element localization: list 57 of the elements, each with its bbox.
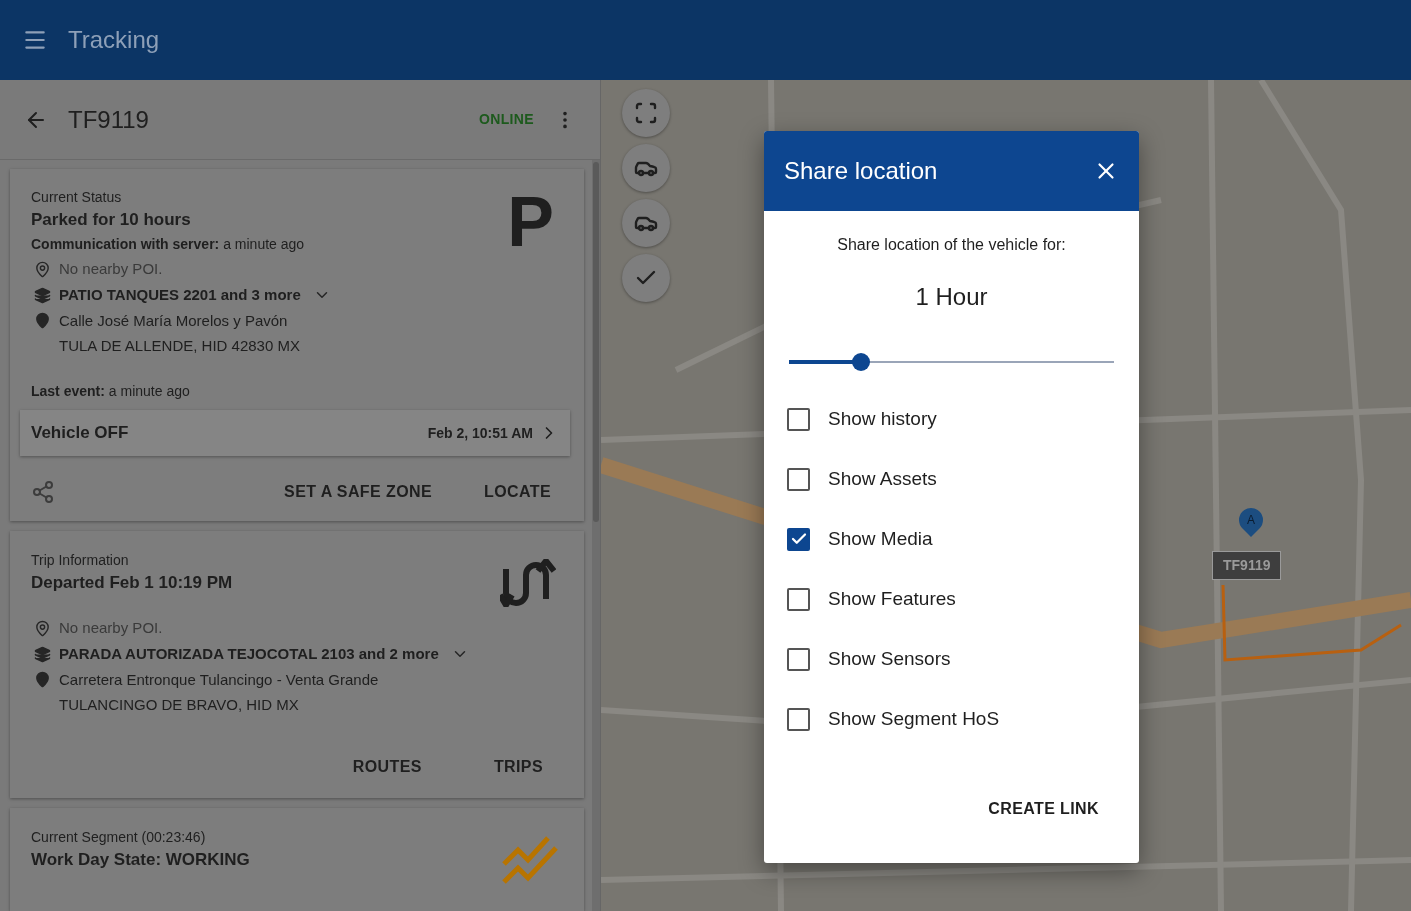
duration-value: 1 Hour [914, 282, 989, 312]
card-title: Departed Feb 1 10:19 PM [31, 572, 233, 594]
duration-slider[interactable] [789, 353, 1114, 371]
checkbox[interactable] [787, 467, 810, 491]
pin-icon [34, 619, 51, 637]
action-button[interactable]: SET A SAFE ZONE [284, 482, 432, 502]
poi-text: No nearby POI. [59, 259, 163, 279]
location-icon [34, 671, 51, 688]
event-row[interactable]: Vehicle OFF Feb 2, 10:51 AM [20, 410, 570, 456]
layers-icon [34, 286, 51, 304]
communication-text: Communication with server: a minute ago [31, 235, 305, 254]
checkbox[interactable] [787, 407, 810, 431]
geofence-text: PARADA AUTORIZADA TEJOCOTAL 2103 and 2 more [59, 644, 439, 664]
vehicle-name: TF9119 [68, 104, 149, 135]
location-icon [34, 312, 51, 329]
fullscreen-icon [634, 101, 658, 125]
share-icon[interactable] [31, 480, 55, 504]
car-button[interactable] [622, 199, 670, 247]
layers-icon [34, 645, 51, 663]
vehicles-button[interactable] [622, 144, 670, 192]
option-label: Show Segment HoS [828, 706, 1000, 731]
card-heading: Trip Information [31, 551, 129, 570]
chart-trend-icon [502, 834, 558, 886]
card-title: Work Day State: WORKING [31, 849, 250, 871]
vehicle-label: TF9119 [1212, 551, 1282, 580]
action-button[interactable]: TRIPS [493, 757, 543, 777]
address-line: Carretera Entronque Tulancingo - Venta Grande [59, 670, 379, 690]
option-label: Show Assets [828, 466, 937, 491]
app-title: Tracking [68, 25, 160, 55]
checkbox[interactable] [787, 527, 810, 551]
checkbox[interactable] [787, 647, 810, 671]
address-line: TULA DE ALLENDE, HID 42830 MX [59, 336, 300, 356]
option-label: Show Media [828, 526, 933, 551]
geofence-text: PATIO TANQUES 2201 and 3 more [59, 285, 301, 305]
poi-text: No nearby POI. [59, 618, 163, 638]
create-link-button[interactable]: CREATE LINK [976, 791, 1111, 827]
card-heading: Current Status [31, 188, 122, 207]
card-title: Parked for 10 hours [31, 209, 191, 231]
option-label: Show Features [828, 586, 956, 611]
online-status: ONLINE [479, 110, 534, 129]
checkbox[interactable] [787, 587, 810, 611]
address-line: Calle José María Morelos y Pavón [59, 311, 289, 331]
checkbox[interactable] [787, 707, 810, 731]
address-line: TULANCINGO DE BRAVO, HID MX [59, 695, 300, 715]
card-heading: Current Segment (00:23:46) [31, 828, 206, 847]
trip-icon [500, 559, 556, 607]
check-button[interactable] [622, 254, 670, 302]
fullscreen-button[interactable] [622, 89, 670, 137]
dialog-prompt: Share location of the vehicle for: [836, 235, 1067, 255]
action-button[interactable]: LOCATE [484, 482, 551, 502]
option-label: Show Sensors [828, 646, 951, 671]
pin-icon [34, 260, 51, 278]
option-label: Show history [828, 406, 937, 431]
last-event-text: Last event: a minute ago [31, 382, 190, 401]
dialog-title: Share location [784, 156, 938, 186]
action-button[interactable]: ROUTES [352, 757, 422, 777]
parked-icon: P [507, 187, 554, 257]
